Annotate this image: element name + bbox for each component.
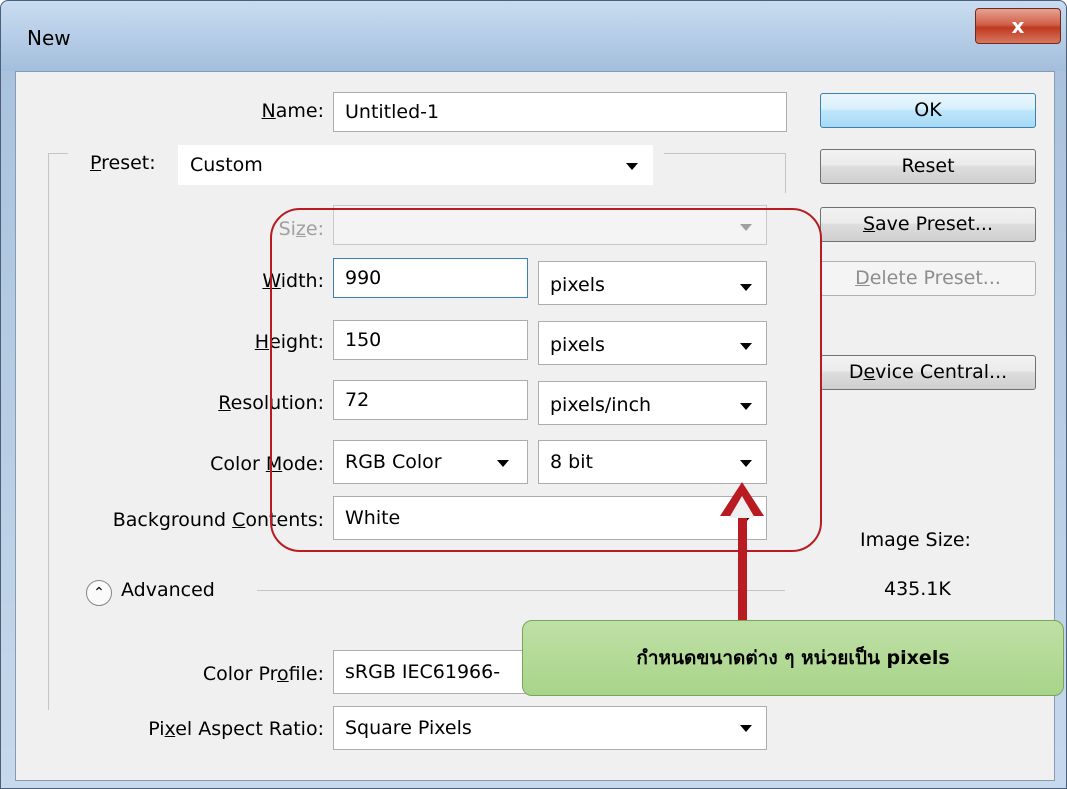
device-central-accel: e [863, 361, 876, 383]
save-preset-accel: S [862, 213, 876, 235]
background-contents-label: Background Contents: [60, 509, 324, 531]
resolution-unit-chevron-down-icon [740, 403, 752, 410]
size-select [333, 205, 767, 245]
preset-label: Preset: [90, 152, 156, 174]
resolution-unit-select[interactable]: pixels/inch [538, 381, 767, 425]
preset-label-text: reset: [101, 152, 156, 174]
name-label: Name: [120, 100, 324, 122]
ok-button[interactable]: OK [820, 93, 1036, 128]
width-unit-chevron-down-icon [740, 284, 752, 291]
height-label-accel: H [254, 331, 270, 353]
width-label-text: idth: [280, 270, 324, 292]
size-label-pre: Si [278, 218, 296, 240]
width-label-accel: W [262, 270, 281, 292]
device-central-button[interactable]: Device Central... [820, 355, 1036, 390]
advanced-label[interactable]: Advanced [121, 579, 215, 601]
annotation-callout: กำหนดขนาดต่าง ๆ หน่วยเป็น pixels [522, 620, 1064, 696]
annotation-arrow-shaft [738, 500, 747, 623]
image-size-value: 435.1K [884, 578, 951, 600]
resolution-label-accel: R [218, 392, 231, 414]
pixel-aspect-label-accel: x [164, 718, 176, 740]
window-title: New [27, 26, 71, 50]
resolution-label: Resolution: [160, 392, 324, 414]
preset-chevron-down-icon [626, 163, 638, 170]
preset-group-line-vertical-right [785, 153, 786, 193]
size-label-accel: z [295, 218, 306, 240]
delete-preset-button: Delete Preset... [820, 261, 1036, 296]
bit-depth-chevron-down-icon [740, 460, 752, 467]
save-preset-button[interactable]: Save Preset... [820, 207, 1036, 242]
background-label-pre: Background [112, 509, 233, 531]
save-preset-label: ave Preset... [875, 213, 994, 235]
pixel-aspect-ratio-select[interactable]: Square Pixels [333, 706, 767, 750]
color-mode-label-pre: Color [210, 453, 266, 475]
resolution-input[interactable]: 72 [333, 380, 528, 420]
close-button[interactable]: x [975, 8, 1061, 44]
height-unit-chevron-down-icon [740, 343, 752, 350]
preset-select[interactable]: Custom [178, 145, 653, 185]
image-size-label: Image Size: [860, 529, 971, 551]
color-profile-label: Color Profile: [160, 663, 324, 685]
preset-group-line-right [664, 153, 785, 154]
size-chevron-down-icon [740, 224, 752, 231]
pixel-aspect-label-pre: Pi [148, 718, 165, 740]
background-label-text: ontents: [245, 509, 324, 531]
delete-preset-label: elete Preset... [869, 267, 1001, 289]
name-input[interactable]: Untitled-1 [333, 92, 787, 132]
color-mode-label-text: ode: [282, 453, 324, 475]
preset-label-accel: P [90, 152, 102, 174]
width-label: Width: [200, 270, 324, 292]
annotation-arrow-head-inner [729, 496, 755, 518]
size-label: Size: [200, 218, 324, 240]
height-label: Height: [200, 331, 324, 353]
device-central-label: vice Central... [875, 361, 1008, 383]
preset-value: Custom [190, 154, 263, 176]
bit-depth-select[interactable]: 8 bit [538, 440, 767, 484]
pixel-aspect-ratio-label: Pixel Aspect Ratio: [100, 718, 324, 740]
delete-preset-accel: D [855, 267, 870, 289]
name-label-text: ame: [275, 100, 324, 122]
height-input[interactable]: 150 [333, 320, 528, 360]
height-label-text: eight: [269, 331, 324, 353]
background-contents-select[interactable]: White [333, 496, 767, 540]
width-unit-select[interactable]: pixels [538, 261, 767, 305]
color-profile-label-accel: o [277, 663, 289, 685]
name-label-accel: N [261, 100, 276, 122]
title-bar[interactable]: New x [1, 1, 1066, 71]
color-profile-label-text: file: [288, 663, 324, 685]
size-label-text: e: [305, 218, 324, 240]
color-mode-label-accel: M [265, 453, 283, 475]
pixel-aspect-label-text: el Aspect Ratio: [175, 718, 324, 740]
height-unit-select[interactable]: pixels [538, 321, 767, 365]
background-label-accel: C [232, 509, 246, 531]
collapse-advanced-icon[interactable]: ⌃ [86, 580, 112, 606]
reset-button[interactable]: Reset [820, 149, 1036, 184]
color-mode-chevron-down-icon [497, 460, 509, 467]
color-profile-label-pre: Color Pr [202, 663, 278, 685]
advanced-divider [257, 590, 785, 591]
preset-group-line-vertical-left [48, 153, 49, 710]
device-central-pre: D [848, 361, 864, 383]
preset-group-line-left [48, 153, 68, 154]
pixel-aspect-chevron-down-icon [740, 725, 752, 732]
width-input[interactable]: 990 [333, 258, 528, 298]
resolution-label-text: esolution: [230, 392, 324, 414]
color-mode-label: Color Mode: [140, 453, 324, 475]
